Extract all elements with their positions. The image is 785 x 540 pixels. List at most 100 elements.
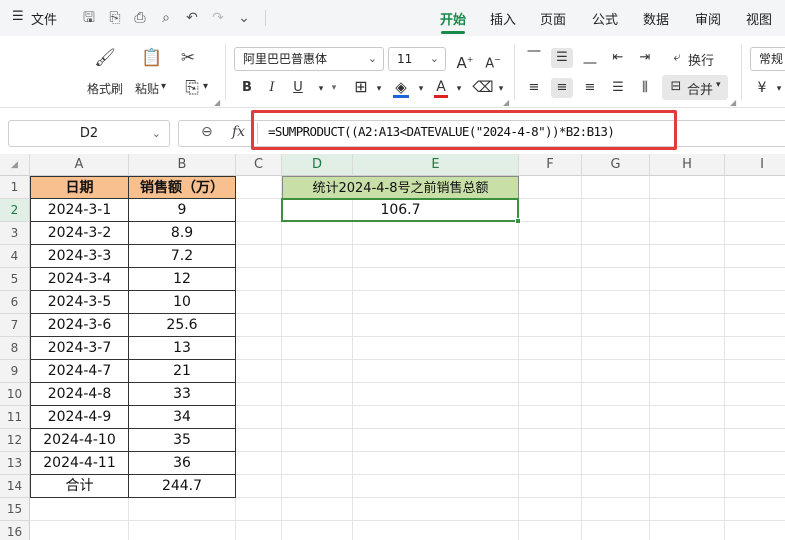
fx-icon[interactable]: fx — [232, 124, 245, 140]
print-icon[interactable]: ⎙ — [131, 9, 149, 27]
font-shrink-button[interactable]: A− — [482, 50, 504, 74]
row-header-5[interactable]: 5 — [0, 268, 30, 291]
row-header-4[interactable]: 4 — [0, 245, 30, 268]
sales-cell[interactable]: 21 — [129, 360, 236, 383]
row-header-6[interactable]: 6 — [0, 291, 30, 314]
tab-home[interactable]: 开始 — [440, 9, 466, 28]
copy-icon[interactable]: ⎘ — [180, 78, 204, 98]
tab-page[interactable]: 页面 — [540, 9, 566, 28]
tab-review[interactable]: 审阅 — [695, 9, 721, 28]
date-cell[interactable]: 2024-3-7 — [30, 337, 129, 360]
font-grow-button[interactable]: A+ — [454, 50, 476, 73]
date-cell[interactable]: 2024-4-8 — [30, 383, 129, 406]
clipboard-launcher-icon[interactable]: ◢ — [214, 98, 220, 107]
align-middle-icon[interactable]: ☰ — [551, 48, 573, 68]
row-header-11[interactable]: 11 — [0, 406, 30, 429]
sales-cell[interactable]: 9 — [129, 199, 236, 222]
row-header-7[interactable]: 7 — [0, 314, 30, 337]
sales-cell[interactable]: 34 — [129, 406, 236, 429]
column-header-i[interactable]: I — [725, 154, 785, 176]
justify-icon[interactable]: ☰ — [607, 78, 629, 98]
tab-view[interactable]: 视图 — [746, 9, 772, 28]
cut-icon[interactable]: ✂ — [176, 48, 200, 68]
date-cell[interactable]: 2024-4-9 — [30, 406, 129, 429]
chevron-down-icon[interactable]: ▾ — [490, 79, 512, 99]
total-value[interactable]: 244.7 — [129, 475, 236, 498]
tab-insert[interactable]: 插入 — [490, 9, 516, 28]
wrap-text-button[interactable]: 换行 — [688, 50, 714, 69]
row-header-14[interactable]: 14 — [0, 475, 30, 498]
select-all-corner[interactable]: ◢ — [0, 154, 30, 176]
date-cell[interactable]: 2024-4-11 — [30, 452, 129, 475]
column-header-e[interactable]: E — [353, 154, 519, 176]
column-header-c[interactable]: C — [236, 154, 282, 176]
redo-icon[interactable]: ↷ — [209, 9, 227, 27]
fill-color-icon[interactable]: ◈ — [390, 77, 412, 97]
paste-icon[interactable]: 📋 — [140, 48, 164, 68]
align-top-icon[interactable]: ⎺ — [523, 48, 545, 68]
date-cell[interactable]: 2024-4-10 — [30, 429, 129, 452]
paste-chevron-icon[interactable]: ▾ — [161, 81, 166, 92]
header-date[interactable]: 日期 — [30, 176, 129, 199]
sales-cell[interactable]: 7.2 — [129, 245, 236, 268]
row-header-9[interactable]: 9 — [0, 360, 30, 383]
font-launcher-icon[interactable]: ◢ — [503, 98, 509, 107]
row-header-10[interactable]: 10 — [0, 383, 30, 406]
row-header-15[interactable]: 15 — [0, 498, 30, 521]
column-header-f[interactable]: F — [519, 154, 582, 176]
date-cell[interactable]: 2024-3-3 — [30, 245, 129, 268]
row-header-8[interactable]: 8 — [0, 337, 30, 360]
print-preview-icon[interactable]: ⌕ — [157, 9, 175, 27]
align-right-icon[interactable]: ≡ — [579, 78, 601, 98]
align-left-icon[interactable]: ≡ — [523, 78, 545, 98]
save-icon[interactable]: 🖫 — [80, 9, 98, 27]
indent-decrease-icon[interactable]: ⇤ — [607, 48, 629, 68]
row-header-2[interactable]: 2 — [0, 199, 30, 222]
chevron-down-icon[interactable]: ⌄ — [235, 9, 253, 27]
row-header-13[interactable]: 13 — [0, 452, 30, 475]
sales-cell[interactable]: 36 — [129, 452, 236, 475]
date-cell[interactable]: 2024-3-6 — [30, 314, 129, 337]
summary-title[interactable]: 统计2024-4-8号之前销售总额 — [282, 176, 519, 199]
export-icon[interactable]: ⎘ — [106, 9, 124, 27]
name-box[interactable]: D2 ⌄ — [8, 120, 170, 147]
date-cell[interactable]: 2024-3-1 — [30, 199, 129, 222]
tab-formulas[interactable]: 公式 — [592, 9, 618, 28]
row-header-12[interactable]: 12 — [0, 429, 30, 452]
sales-cell[interactable]: 25.6 — [129, 314, 236, 337]
font-name-select[interactable]: 阿里巴巴普惠体 ⌄ — [234, 47, 384, 71]
row-header-1[interactable]: 1 — [0, 176, 30, 199]
merge-button[interactable]: ⊟ 合并 ▾ — [662, 75, 728, 100]
sales-cell[interactable]: 33 — [129, 383, 236, 406]
column-header-h[interactable]: H — [650, 154, 725, 176]
copy-chevron-icon[interactable]: ▾ — [203, 81, 208, 92]
date-cell[interactable]: 2024-3-4 — [30, 268, 129, 291]
column-header-b[interactable]: B — [129, 154, 236, 176]
strikethrough-chevron-icon[interactable]: ▾ — [323, 78, 345, 98]
sales-cell[interactable]: 13 — [129, 337, 236, 360]
file-menu[interactable]: 文件 — [31, 9, 57, 28]
align-center-icon[interactable]: ≡ — [551, 78, 573, 98]
paste-button[interactable]: 粘贴 — [135, 80, 159, 97]
wrap-text-icon[interactable]: ⤶ — [666, 48, 688, 68]
sales-cell[interactable]: 35 — [129, 429, 236, 452]
chevron-down-icon[interactable]: ▾ — [410, 79, 432, 99]
zoom-icon[interactable]: ⊖ — [201, 124, 213, 140]
hamburger-icon[interactable]: ☰ — [12, 9, 24, 24]
total-label[interactable]: 合计 — [30, 475, 129, 498]
sales-cell[interactable]: 10 — [129, 291, 236, 314]
date-cell[interactable]: 2024-3-5 — [30, 291, 129, 314]
font-size-select[interactable]: 11 ⌄ — [388, 47, 446, 71]
date-cell[interactable]: 2024-3-2 — [30, 222, 129, 245]
undo-icon[interactable]: ↶ — [183, 9, 201, 27]
tab-data[interactable]: 数据 — [643, 9, 669, 28]
column-header-g[interactable]: G — [582, 154, 650, 176]
chevron-down-icon[interactable]: ▾ — [368, 79, 390, 99]
alignment-launcher-icon[interactable]: ◢ — [730, 98, 736, 107]
bold-button[interactable]: B — [236, 78, 258, 98]
date-cell[interactable]: 2024-4-7 — [30, 360, 129, 383]
sales-cell[interactable]: 8.9 — [129, 222, 236, 245]
italic-button[interactable]: I — [261, 78, 283, 98]
row-header-3[interactable]: 3 — [0, 222, 30, 245]
fill-handle[interactable] — [515, 218, 521, 224]
